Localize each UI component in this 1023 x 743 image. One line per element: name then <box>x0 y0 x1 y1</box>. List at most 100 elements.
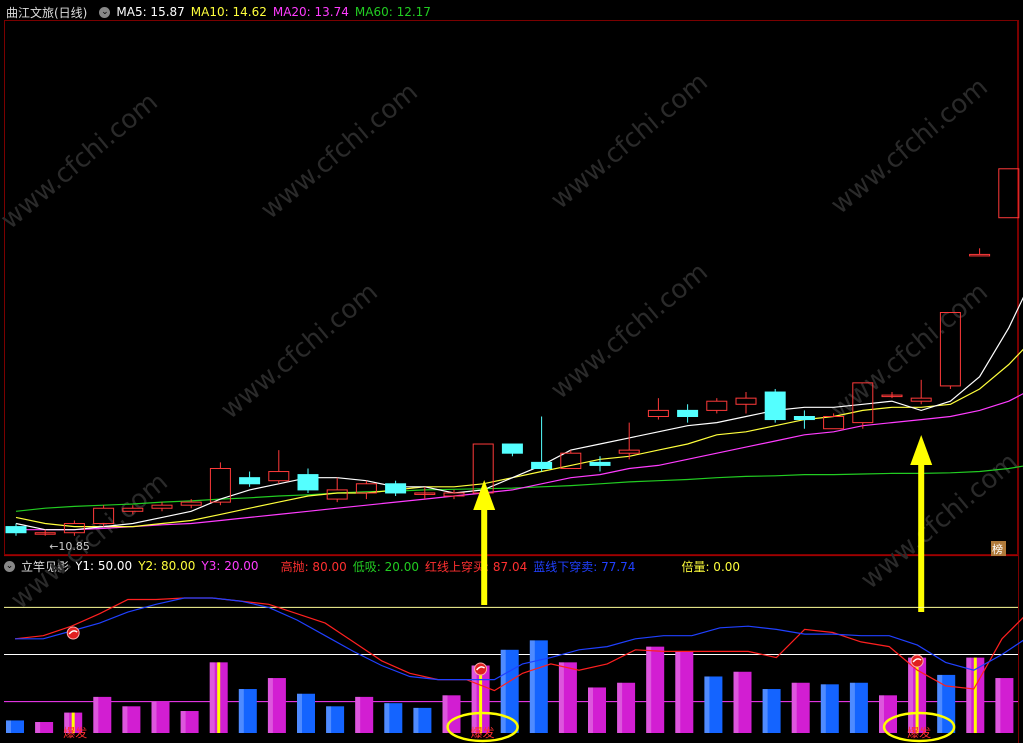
bar-mark <box>217 662 221 733</box>
bar-highlight <box>762 689 768 733</box>
candlestick <box>881 392 903 399</box>
candle-body <box>239 477 261 485</box>
bar-highlight <box>413 707 419 733</box>
candlestick <box>34 529 56 536</box>
side-tag-label: 榜 <box>992 542 1003 556</box>
bar-highlight <box>122 706 128 733</box>
bar-highlight <box>93 696 99 733</box>
candlestick <box>239 471 261 487</box>
indicator-bar <box>471 665 490 733</box>
burst-label: 爆发 <box>471 725 495 740</box>
indicator-bar <box>791 682 810 733</box>
signal-ball <box>66 626 80 640</box>
bar-highlight <box>588 687 593 733</box>
indicator-bar <box>180 711 199 733</box>
bar-highlight <box>355 696 361 733</box>
bar-highlight <box>35 722 41 733</box>
arrow-shaft <box>481 508 488 605</box>
indicator-bar <box>675 651 694 733</box>
bar-highlight <box>675 651 681 733</box>
signal-arrow <box>473 480 496 605</box>
bar-highlight <box>267 678 273 733</box>
indicator-bar <box>297 693 315 733</box>
bar-highlight <box>849 682 855 733</box>
candlestick <box>501 443 523 457</box>
blue-indicator-line <box>15 597 1023 681</box>
candle-body <box>385 483 407 494</box>
candle-body <box>647 409 669 418</box>
indicator-bar <box>849 682 868 733</box>
bar-highlight <box>326 706 332 733</box>
candle-body <box>677 409 699 418</box>
watermark-text: www.cfchi.com <box>545 67 714 215</box>
candlestick <box>998 168 1020 219</box>
ball-body <box>910 654 924 668</box>
candle-body <box>326 489 348 500</box>
candle-body <box>297 474 319 491</box>
candlestick <box>385 480 407 497</box>
candlestick <box>706 398 728 414</box>
bar-highlight <box>384 703 390 733</box>
indicator-bar <box>704 676 723 733</box>
bar-highlight <box>471 665 477 733</box>
indicator-bar <box>413 707 432 733</box>
watermark-text: www.cfchi.com <box>0 87 164 235</box>
ball-body <box>474 662 488 676</box>
candle-body <box>180 501 202 506</box>
bar-highlight <box>995 678 1001 733</box>
indicator-bar <box>762 689 781 733</box>
bar-highlight <box>733 671 739 733</box>
red-indicator-line <box>14 597 1023 692</box>
candle-body <box>443 492 465 497</box>
indicator-bar <box>326 706 345 733</box>
candle-body <box>151 504 173 509</box>
bar-mark <box>479 665 483 733</box>
signal-ball <box>474 662 488 676</box>
indicator-bar <box>820 684 839 733</box>
burst-label: 爆发 <box>907 725 931 740</box>
watermark-text: www.cfchi.com <box>545 257 714 405</box>
candle-body <box>560 452 582 469</box>
indicator-bar <box>617 682 636 733</box>
watermark-text: www.cfchi.com <box>825 277 994 425</box>
candlestick <box>268 450 290 484</box>
candle-body <box>501 443 523 454</box>
bar-highlight <box>209 662 215 733</box>
indicator-bar <box>879 695 897 733</box>
indicator-bar <box>355 696 374 733</box>
bar-highlight <box>704 676 710 733</box>
indicator-bar <box>122 706 141 733</box>
candlestick <box>969 248 991 257</box>
candle-body <box>706 400 728 411</box>
indicator-bar <box>733 671 752 733</box>
kline-chart[interactable]: www.cfchi.com www.cfchi.com www.cfchi.com w… <box>0 0 1023 743</box>
candlestick <box>735 392 757 414</box>
candle-body <box>5 526 27 534</box>
candle-body <box>793 416 815 421</box>
indicator-bar <box>500 649 519 733</box>
arrow-shaft <box>918 463 925 612</box>
candlestick <box>326 477 348 503</box>
indicator-bar <box>93 696 112 733</box>
indicator-bar <box>908 657 927 733</box>
bar-highlight <box>617 682 623 733</box>
candlestick <box>647 398 669 420</box>
candlestick <box>677 404 699 423</box>
candle-body <box>268 471 290 482</box>
candlestick <box>793 410 815 429</box>
bar-highlight <box>908 657 914 733</box>
watermark-text: www.cfchi.com <box>255 77 424 225</box>
bar-highlight <box>297 693 302 733</box>
candlestick <box>531 416 553 472</box>
candlestick <box>910 379 932 405</box>
bar-highlight <box>646 646 652 733</box>
indicator-bar <box>529 640 548 733</box>
bar-highlight <box>529 640 535 733</box>
candlestick <box>355 480 377 500</box>
candle-body <box>735 397 757 405</box>
bar-highlight <box>180 711 186 733</box>
burst-label: 爆发 <box>63 725 87 740</box>
watermark-text: www.cfchi.com <box>215 277 384 425</box>
indicator-bar <box>646 646 665 733</box>
indicator-bar <box>442 695 461 733</box>
